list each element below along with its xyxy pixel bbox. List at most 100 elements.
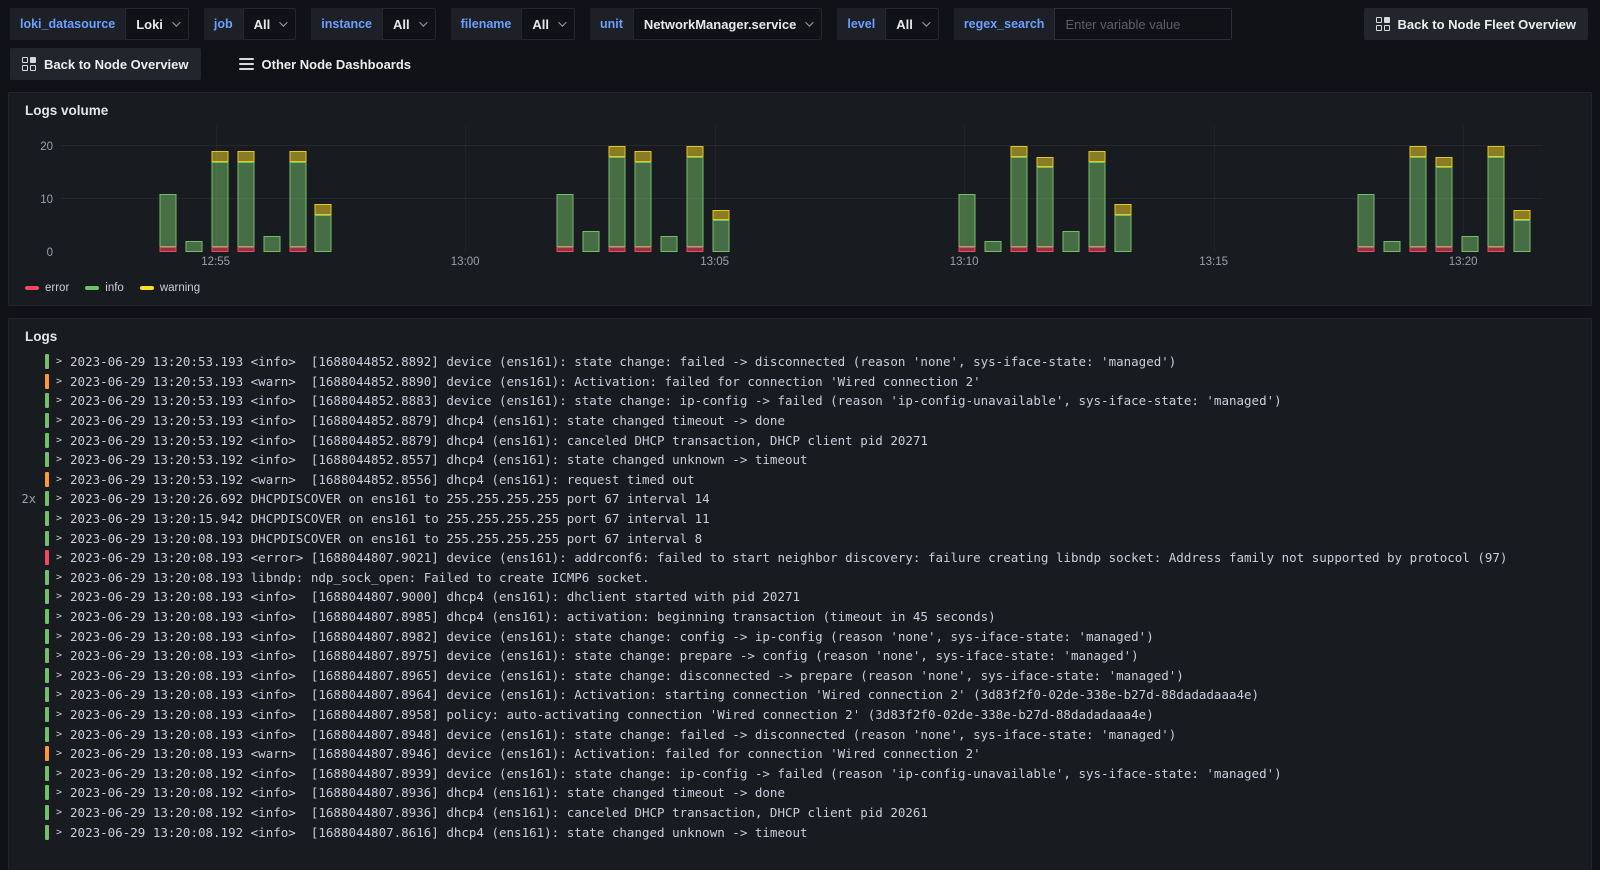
logs-volume-panel-title: Logs volume: [25, 103, 109, 118]
log-row[interactable]: >2023-06-29 13:20:08.192 <info> [1688044…: [9, 803, 1591, 823]
stacked-bar[interactable]: [686, 146, 704, 252]
stacked-bar[interactable]: [1461, 236, 1479, 252]
expand-chevron-icon[interactable]: >: [56, 572, 62, 583]
stacked-bar[interactable]: [984, 241, 1002, 252]
legend-item-warning[interactable]: warning: [139, 282, 200, 294]
log-row[interactable]: >2023-06-29 13:20:08.193 <info> [1688044…: [9, 607, 1591, 627]
stacked-bar[interactable]: [263, 236, 281, 252]
log-row[interactable]: >2023-06-29 13:20:08.193 <warn> [1688044…: [9, 744, 1591, 764]
log-row[interactable]: >2023-06-29 13:20:08.193 <info> [1688044…: [9, 705, 1591, 725]
log-row[interactable]: >2023-06-29 13:20:15.942 DHCPDISCOVER on…: [9, 509, 1591, 529]
expand-chevron-icon[interactable]: >: [56, 552, 62, 563]
log-row[interactable]: >2023-06-29 13:20:08.193 <info> [1688044…: [9, 724, 1591, 744]
stacked-bar[interactable]: [1383, 241, 1401, 252]
variable-select-loki_datasource[interactable]: Loki: [125, 8, 189, 40]
stacked-bar[interactable]: [289, 151, 307, 252]
log-row[interactable]: >2023-06-29 13:20:53.192 <info> [1688044…: [9, 450, 1591, 470]
stacked-bar[interactable]: [1036, 156, 1054, 252]
back-to-node-overview-button[interactable]: Back to Node Overview: [10, 48, 201, 80]
variable-select-filename[interactable]: All: [521, 8, 575, 40]
log-row[interactable]: >2023-06-29 13:20:08.193 <info> [1688044…: [9, 685, 1591, 705]
stacked-bar[interactable]: [958, 193, 976, 252]
expand-chevron-icon[interactable]: >: [56, 533, 62, 544]
log-row[interactable]: >2023-06-29 13:20:08.193 <info> [1688044…: [9, 587, 1591, 607]
log-row[interactable]: >2023-06-29 13:20:08.193 <info> [1688044…: [9, 626, 1591, 646]
expand-chevron-icon[interactable]: >: [56, 513, 62, 524]
stacked-bar[interactable]: [237, 151, 255, 252]
stacked-bar[interactable]: [185, 241, 203, 252]
log-row[interactable]: >2023-06-29 13:20:08.193 <info> [1688044…: [9, 646, 1591, 666]
stacked-bar[interactable]: [660, 236, 678, 252]
expand-chevron-icon[interactable]: >: [56, 454, 62, 465]
log-line-text: 2023-06-29 13:20:08.193 <info> [16880448…: [70, 687, 1260, 703]
variable-select-unit[interactable]: NetworkManager.service: [632, 8, 823, 40]
log-level-indicator-info: [45, 393, 49, 409]
log-row[interactable]: 2x >2023-06-29 13:20:26.692 DHCPDISCOVER …: [9, 489, 1591, 509]
stacked-bar[interactable]: [556, 193, 574, 252]
expand-chevron-icon[interactable]: >: [56, 395, 62, 406]
stacked-bar[interactable]: [1062, 230, 1080, 252]
variable-input-regex_search[interactable]: [1054, 8, 1233, 40]
expand-chevron-icon[interactable]: >: [56, 474, 62, 485]
bar-segment-error: [1409, 246, 1427, 252]
expand-chevron-icon[interactable]: >: [56, 591, 62, 602]
expand-chevron-icon[interactable]: >: [56, 376, 62, 387]
stacked-bar[interactable]: [1010, 146, 1028, 252]
log-row[interactable]: >2023-06-29 13:20:53.193 <info> [1688044…: [9, 391, 1591, 411]
expand-chevron-icon[interactable]: >: [56, 787, 62, 798]
log-row[interactable]: >2023-06-29 13:20:08.193 <error> [168804…: [9, 548, 1591, 568]
expand-chevron-icon[interactable]: >: [56, 768, 62, 779]
expand-chevron-icon[interactable]: >: [56, 611, 62, 622]
stacked-bar[interactable]: [1487, 146, 1505, 252]
log-line-text: 2023-06-29 13:20:08.193 <info> [16880448…: [70, 609, 996, 625]
expand-chevron-icon[interactable]: >: [56, 709, 62, 720]
expand-chevron-icon[interactable]: >: [56, 435, 62, 446]
stacked-bar[interactable]: [1114, 204, 1132, 252]
expand-chevron-icon[interactable]: >: [56, 415, 62, 426]
stacked-bar[interactable]: [211, 151, 229, 252]
stacked-bar[interactable]: [1435, 156, 1453, 252]
stacked-bar[interactable]: [634, 151, 652, 252]
stacked-bar[interactable]: [159, 193, 177, 252]
stacked-bar[interactable]: [1357, 193, 1375, 252]
expand-chevron-icon[interactable]: >: [56, 748, 62, 759]
other-node-dashboards-link[interactable]: Other Node Dashboards: [227, 48, 424, 80]
log-level-indicator-info: [45, 589, 49, 605]
variable-select-level[interactable]: All: [885, 8, 939, 40]
log-line-text: 2023-06-29 13:20:08.193 <error> [1688044…: [70, 550, 1508, 566]
expand-chevron-icon[interactable]: >: [56, 631, 62, 642]
expand-chevron-icon[interactable]: >: [56, 670, 62, 681]
log-row[interactable]: >2023-06-29 13:20:08.193 DHCPDISCOVER on…: [9, 528, 1591, 548]
stacked-bar[interactable]: [608, 146, 626, 252]
stacked-bar[interactable]: [1088, 151, 1106, 252]
expand-chevron-icon[interactable]: >: [56, 356, 62, 367]
log-row[interactable]: >2023-06-29 13:20:53.192 <warn> [1688044…: [9, 470, 1591, 490]
variable-select-instance[interactable]: All: [382, 8, 436, 40]
expand-chevron-icon[interactable]: >: [56, 650, 62, 661]
chevron-down-icon: [558, 18, 567, 27]
expand-chevron-icon[interactable]: >: [56, 807, 62, 818]
back-to-node-fleet-overview-button[interactable]: Back to Node Fleet Overview: [1363, 8, 1588, 40]
variable-select-job[interactable]: All: [242, 8, 297, 40]
stacked-bar[interactable]: [1409, 146, 1427, 252]
expand-chevron-icon[interactable]: >: [56, 493, 62, 504]
log-row[interactable]: >2023-06-29 13:20:53.193 <warn> [1688044…: [9, 372, 1591, 392]
log-row[interactable]: >2023-06-29 13:20:08.193 <info> [1688044…: [9, 666, 1591, 686]
log-row[interactable]: >2023-06-29 13:20:08.192 <info> [1688044…: [9, 822, 1591, 842]
log-row[interactable]: >2023-06-29 13:20:08.193 libndp: ndp_soc…: [9, 568, 1591, 588]
expand-chevron-icon[interactable]: >: [56, 689, 62, 700]
log-row[interactable]: >2023-06-29 13:20:08.192 <info> [1688044…: [9, 763, 1591, 783]
bar-segment-info: [1487, 156, 1505, 247]
log-row[interactable]: >2023-06-29 13:20:08.192 <info> [1688044…: [9, 783, 1591, 803]
legend-item-error[interactable]: error: [25, 282, 69, 294]
legend-item-info[interactable]: info: [85, 282, 124, 294]
stacked-bar[interactable]: [314, 204, 332, 252]
stacked-bar[interactable]: [1513, 209, 1531, 252]
stacked-bar[interactable]: [712, 209, 730, 252]
stacked-bar[interactable]: [582, 230, 600, 252]
log-row[interactable]: >2023-06-29 13:20:53.193 <info> [1688044…: [9, 411, 1591, 431]
log-row[interactable]: >2023-06-29 13:20:53.193 <info> [1688044…: [9, 352, 1591, 372]
expand-chevron-icon[interactable]: >: [56, 729, 62, 740]
expand-chevron-icon[interactable]: >: [56, 827, 62, 838]
log-row[interactable]: >2023-06-29 13:20:53.192 <info> [1688044…: [9, 430, 1591, 450]
